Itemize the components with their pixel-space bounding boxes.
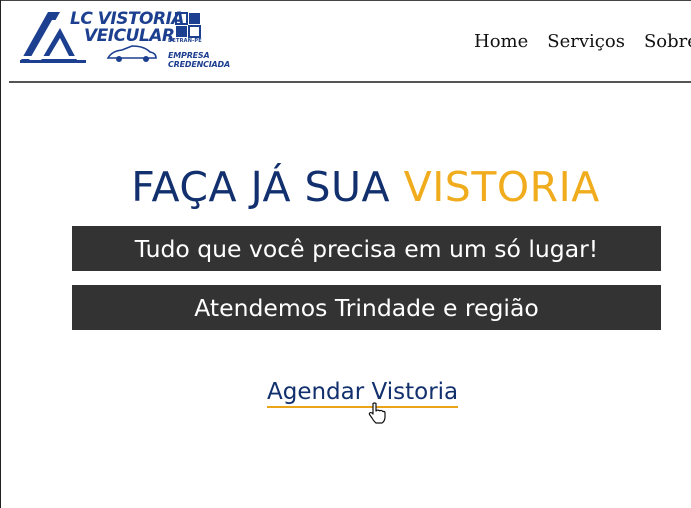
headline-part1: FAÇA JÁ SUA [131, 163, 391, 211]
detran-label: DETRAN-PE [168, 38, 202, 44]
car-icon [106, 45, 157, 62]
nav-servicos-link[interactable]: Serviços [547, 31, 625, 52]
main-nav: Home Serviços Sobre [474, 31, 691, 52]
hand-pointer-icon [368, 402, 386, 424]
badge-line1: EMPRESA [168, 51, 210, 60]
nav-home-link[interactable]: Home [474, 31, 528, 52]
credentialed-badge: EMPRESA CREDENCIADA [168, 51, 230, 69]
site-logo[interactable]: LC VISTORIA VEICULAR DETRAN-PE EMPRESA C… [18, 8, 230, 74]
hero-tagline-band: Tudo que você precisa em um só lugar! [72, 226, 661, 271]
brand-name-line2: VEICULAR [84, 26, 175, 46]
header-divider [9, 81, 691, 83]
badge-line2: CREDENCIADA [168, 60, 230, 69]
nav-sobre-link[interactable]: Sobre [644, 31, 691, 52]
detran-emblem-icon [175, 12, 201, 38]
headline-part2: VISTORIA [403, 163, 600, 211]
hero-headline: FAÇA JÁ SUA VISTORIA [0, 163, 691, 211]
schedule-inspection-link[interactable]: Agendar Vistoria [267, 379, 459, 408]
site-header: LC VISTORIA VEICULAR DETRAN-PE EMPRESA C… [0, 0, 691, 82]
hero-region-band: Atendemos Trindade e região [72, 285, 661, 330]
